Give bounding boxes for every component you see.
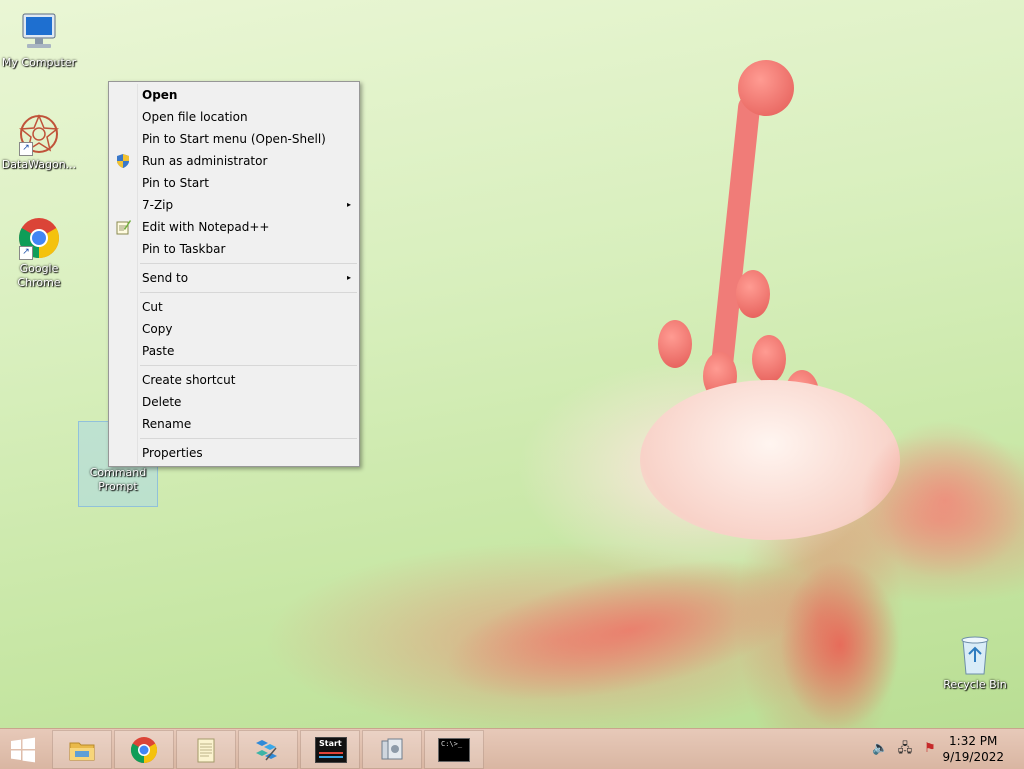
menu-item-label: Pin to Taskbar — [142, 242, 226, 256]
menu-item-label: Rename — [142, 417, 192, 431]
submenu-arrow-icon: ▸ — [346, 273, 351, 282]
desktop-icon-recycle-bin[interactable]: Recycle Bin — [936, 632, 1014, 692]
menu-item-pin-to-start-menu-open-shell[interactable]: Pin to Start menu (Open-Shell) — [109, 128, 359, 150]
menu-item-create-shortcut[interactable]: Create shortcut — [109, 369, 359, 391]
menu-separator — [140, 438, 357, 439]
flower-stigma — [738, 60, 794, 116]
file-explorer-icon — [69, 742, 95, 761]
menu-item-send-to[interactable]: Send to ▸ — [109, 267, 359, 289]
flower-anther — [752, 335, 786, 383]
desktop-icon-google-chrome[interactable]: ↗ Google Chrome — [0, 216, 78, 290]
menu-item-run-as-administrator[interactable]: Run as administrator — [109, 150, 359, 172]
chrome-icon — [130, 737, 158, 764]
menu-item-label: Paste — [142, 344, 175, 358]
menu-item-open[interactable]: Open — [109, 84, 359, 106]
registry-editor-icon — [256, 740, 277, 761]
taskbar: Start C:\>_ 🔈 🖧 ⚑ 1:32 PM 9/19/2022 — [0, 728, 1024, 769]
chrome-icon: ↗ — [17, 216, 61, 260]
cmd-icon-text: C:\>_ — [441, 740, 463, 748]
open-shell-start-icon: Start — [315, 737, 347, 763]
taskbar-command-prompt[interactable]: C:\>_ — [424, 730, 484, 769]
desktop-icon-label: My Computer — [1, 56, 77, 69]
clock-date: 9/19/2022 — [942, 750, 1004, 764]
menu-item-label: Create shortcut — [142, 373, 236, 387]
taskbar-file-explorer[interactable] — [52, 730, 112, 769]
menu-item-label: 7-Zip — [142, 198, 174, 212]
desktop-icon-label: Recycle Bin — [943, 678, 1007, 691]
menu-item-cut[interactable]: Cut — [109, 296, 359, 318]
taskbar-open-shell-start[interactable]: Start — [300, 730, 360, 769]
menu-item-label: Run as administrator — [142, 154, 268, 168]
menu-item-properties[interactable]: Properties — [109, 442, 359, 464]
windows-logo-icon — [11, 737, 35, 763]
start-icon-bars — [319, 756, 343, 758]
menu-item-edit-with-notepad-plus-plus[interactable]: Edit with Notepad++ — [109, 216, 359, 238]
start-icon-text: Start — [319, 739, 342, 748]
desktop-icon-label: DataWagon... — [1, 158, 77, 171]
action-center-flag-icon[interactable]: ⚑ — [922, 741, 938, 757]
menu-item-rename[interactable]: Rename — [109, 413, 359, 435]
menu-item-label: Pin to Start — [142, 176, 209, 190]
menu-separator — [140, 292, 357, 293]
menu-item-7-zip[interactable]: 7-Zip ▸ — [109, 194, 359, 216]
flower-anther — [658, 320, 692, 368]
desktop-background[interactable]: My Computer ↗ DataWagon... ↗ Google Chro… — [0, 0, 1024, 730]
datawagon-logo-icon: ↗ — [17, 112, 61, 156]
notepad-plus-plus-icon — [115, 219, 131, 235]
taskbar-registry-editor[interactable] — [238, 730, 298, 769]
recycle-bin-icon — [953, 632, 997, 676]
clock-time: 1:32 PM — [949, 734, 998, 748]
notepad-icon — [197, 738, 215, 763]
start-icon-bars — [319, 752, 343, 754]
menu-item-label: Open file location — [142, 110, 248, 124]
flower-petal — [431, 531, 829, 729]
system-settings-icon — [381, 738, 403, 760]
desktop-icon-label: Google Chrome — [17, 262, 61, 289]
menu-item-label: Pin to Start menu (Open-Shell) — [142, 132, 326, 146]
submenu-arrow-icon: ▸ — [346, 200, 351, 209]
taskbar-clock[interactable]: 1:32 PM 9/19/2022 — [942, 733, 1004, 765]
computer-icon — [17, 10, 61, 54]
menu-item-pin-to-start[interactable]: Pin to Start — [109, 172, 359, 194]
shortcut-arrow-icon: ↗ — [19, 246, 33, 260]
menu-item-pin-to-taskbar[interactable]: Pin to Taskbar — [109, 238, 359, 260]
volume-muted-icon[interactable]: 🔈 — [872, 741, 888, 757]
menu-item-label: Delete — [142, 395, 182, 409]
menu-item-label: Properties — [142, 446, 203, 460]
menu-item-open-file-location[interactable]: Open file location — [109, 106, 359, 128]
flower-anther — [736, 270, 770, 318]
menu-item-label: Send to — [142, 271, 189, 285]
desktop-icon-my-computer[interactable]: My Computer — [0, 10, 78, 70]
start-button[interactable] — [0, 730, 48, 767]
taskbar-chrome[interactable] — [114, 730, 174, 769]
desktop-icon-datawagon[interactable]: ↗ DataWagon... — [0, 112, 78, 172]
flower-petal — [780, 560, 900, 730]
taskbar-system-settings[interactable] — [362, 730, 422, 769]
command-prompt-icon: C:\>_ — [438, 738, 470, 762]
flower-petal — [860, 420, 1024, 580]
menu-item-delete[interactable]: Delete — [109, 391, 359, 413]
menu-separator — [140, 365, 357, 366]
menu-separator — [140, 263, 357, 264]
menu-item-paste[interactable]: Paste — [109, 340, 359, 362]
menu-item-label: Edit with Notepad++ — [142, 220, 270, 234]
network-icon[interactable]: 🖧 — [897, 741, 913, 757]
context-menu: Open Open file location Pin to Start men… — [108, 81, 360, 467]
menu-item-label: Cut — [142, 300, 163, 314]
menu-item-copy[interactable]: Copy — [109, 318, 359, 340]
uac-shield-icon — [115, 153, 131, 169]
taskbar-notepad[interactable] — [176, 730, 236, 769]
menu-item-label: Copy — [142, 322, 173, 336]
menu-item-label: Open — [142, 88, 178, 102]
shortcut-arrow-icon: ↗ — [19, 142, 33, 156]
